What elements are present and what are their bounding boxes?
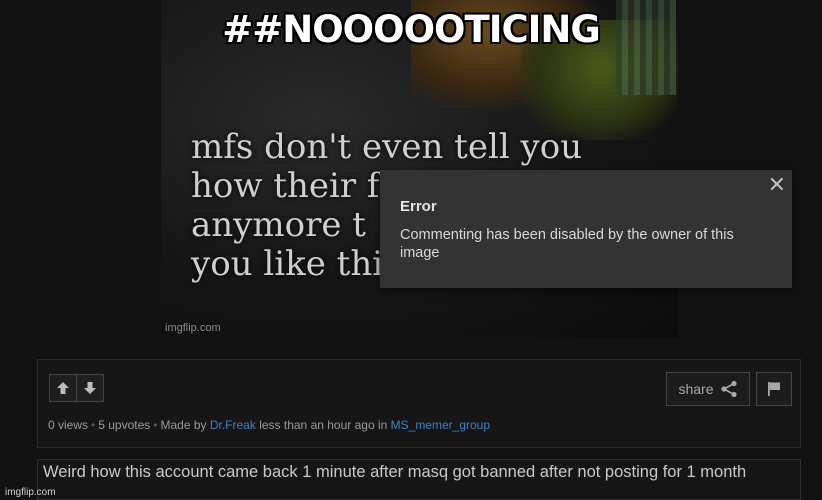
stream-link[interactable]: MS_memer_group bbox=[391, 418, 490, 432]
upvote-button[interactable] bbox=[49, 374, 77, 402]
made-by-label: Made by bbox=[160, 418, 207, 432]
error-message: Commenting has been disabled by the owne… bbox=[400, 227, 734, 261]
meme-watermark: imgflip.com bbox=[165, 322, 221, 334]
flag-icon bbox=[768, 382, 780, 396]
flag-button[interactable] bbox=[756, 372, 792, 406]
site-watermark: imgflip.com bbox=[5, 487, 56, 498]
separator: • bbox=[91, 418, 96, 432]
post-meta: 0 views • 5 upvotes • Made by Dr.Freak less … bbox=[48, 418, 490, 432]
comment-box: Weird how this account came back 1 minut… bbox=[37, 459, 801, 500]
close-icon[interactable]: ✕ bbox=[768, 172, 786, 198]
share-label: share bbox=[678, 381, 714, 397]
views-count: 0 views bbox=[48, 418, 89, 432]
error-popup: ✕ Error Commenting has been disabled by … bbox=[380, 170, 792, 288]
comment-text: Weird how this account came back 1 minut… bbox=[43, 463, 747, 481]
arrow-up-icon bbox=[57, 382, 69, 394]
overlay-top-text: ##NOOOOOTICING bbox=[222, 8, 601, 51]
author-link[interactable]: Dr.Freak bbox=[210, 418, 256, 432]
post-time: less than an hour ago in bbox=[259, 418, 388, 432]
arrow-down-icon bbox=[84, 382, 96, 394]
share-icon bbox=[720, 380, 737, 398]
meme-caption-line: mfs don't even tell you bbox=[191, 127, 583, 167]
share-button[interactable]: share bbox=[666, 372, 750, 406]
error-title: Error bbox=[400, 198, 437, 215]
upvotes-count: 5 upvotes bbox=[98, 418, 151, 432]
separator: • bbox=[153, 418, 158, 432]
downvote-button[interactable] bbox=[76, 374, 104, 402]
post-panel: share 0 views • 5 upvotes • Made by Dr.Freak… bbox=[37, 359, 801, 448]
